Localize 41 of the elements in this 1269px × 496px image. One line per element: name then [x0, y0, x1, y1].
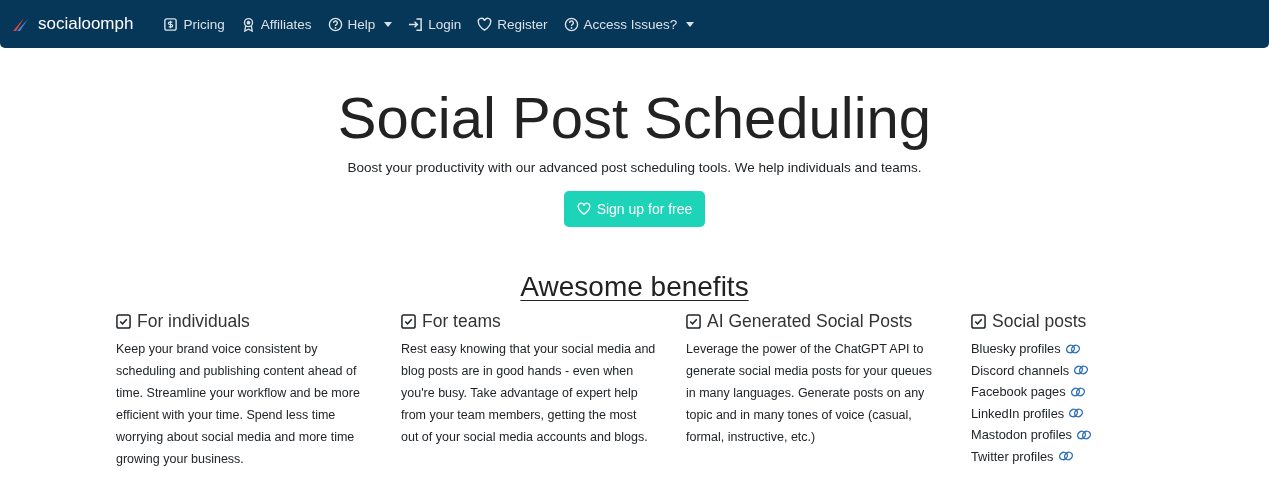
- description: Leverage the power of the ChatGPT API to generate social media posts for your queues in many languages. Generate posts on any topic and in many tones of voice (casual, formal, instructive, etc.): [686, 341, 933, 446]
- heart-icon: [477, 16, 493, 32]
- link-icon: [1057, 450, 1074, 463]
- checkbox-icon: [686, 314, 701, 329]
- link-icon: [1073, 364, 1090, 377]
- nav-dropdown[interactable]: Help: [319, 16, 401, 32]
- nav-link[interactable]: Pricing: [155, 16, 233, 32]
- link-icon: [1064, 342, 1081, 355]
- subtitle: Boost your productivity with our advanced post scheduling tools. We help individuals and teams.: [347, 160, 922, 175]
- social-link[interactable]: LinkedIn profiles: [971, 402, 1065, 424]
- checkbox-icon: [971, 314, 986, 329]
- heart-icon: [576, 202, 591, 216]
- checkbox-icon: [401, 314, 416, 329]
- column-title: For individuals: [137, 311, 250, 332]
- column-title: AI Generated Social Posts: [707, 311, 913, 332]
- login-icon: [408, 16, 424, 32]
- question-icon: [327, 16, 343, 32]
- description: Keep your brand voice consistent by scheduling and publishing content ahead of time. Streamline your workflow and be more efficient with your time. Spend less time worrying about social media and more time growing your business.: [116, 341, 361, 468]
- nav-link[interactable]: Login: [400, 16, 470, 32]
- checkbox-icon: [116, 314, 131, 329]
- social-link[interactable]: Facebook pages: [971, 381, 1066, 403]
- dollar-icon: [163, 16, 179, 32]
- link-icon: [1076, 428, 1092, 441]
- nav-link[interactable]: Affiliates: [232, 16, 320, 32]
- page-title: Social Post Scheduling: [337, 84, 932, 152]
- nav-link[interactable]: Register: [469, 16, 556, 32]
- caret-icon: [686, 21, 695, 27]
- caret-icon: [384, 21, 393, 27]
- column-title: For teams: [422, 311, 501, 332]
- section-heading: Awesome benefits: [519, 271, 750, 303]
- social-link[interactable]: Twitter profiles: [971, 445, 1054, 467]
- social-link[interactable]: Bluesky profiles: [971, 338, 1061, 360]
- link-icon: [1069, 385, 1086, 398]
- question-icon: [563, 16, 579, 32]
- brand-link[interactable]: socialoomph: [30, 14, 142, 34]
- social-link[interactable]: Mastodon profiles: [971, 424, 1072, 446]
- column-title: Social posts: [992, 311, 1087, 332]
- description: Rest easy knowing that your social media and blog posts are in good hands - even when you're busy. Take advantage of expert help from your team members, getting the most out of your social media accounts and blogs.: [401, 341, 656, 446]
- nav-dropdown[interactable]: Access Issues?: [555, 16, 703, 32]
- link-icon: [1068, 407, 1085, 420]
- social-link[interactable]: Discord channels: [971, 359, 1070, 381]
